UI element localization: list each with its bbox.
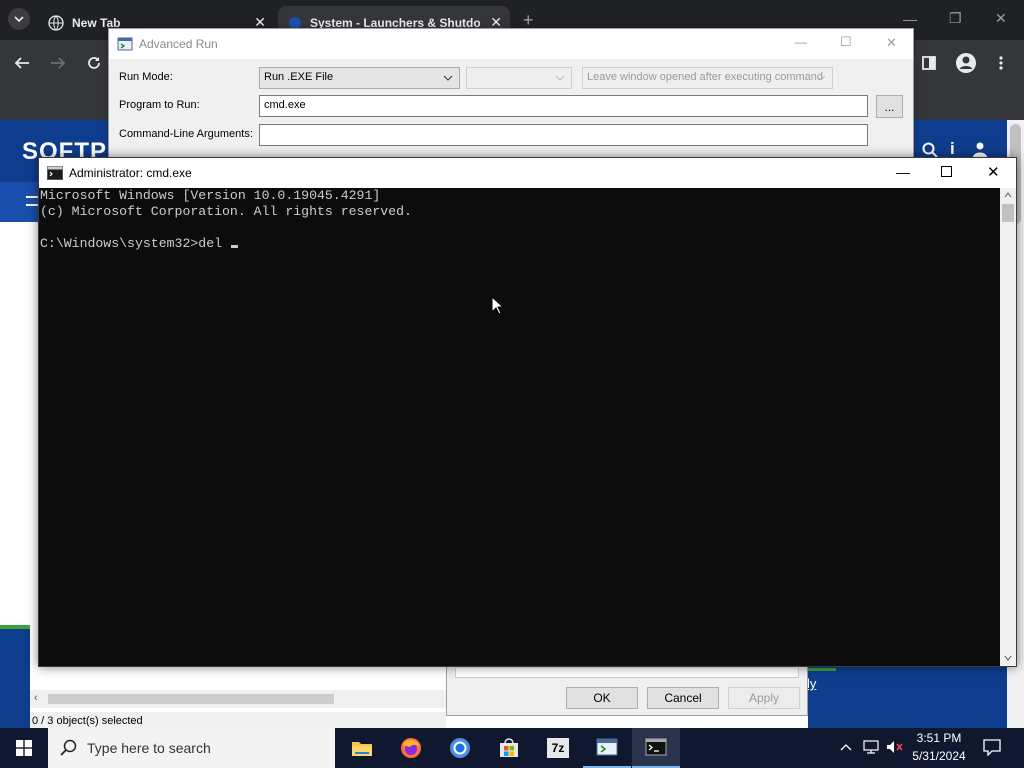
cmd-titlebar: Administrator: cmd.exe — ✕ bbox=[39, 158, 1016, 188]
maximize-icon[interactable] bbox=[941, 166, 952, 177]
hamburger-icon[interactable] bbox=[26, 196, 38, 206]
taskbar-chrome[interactable] bbox=[436, 728, 484, 768]
page-green-strip bbox=[806, 668, 836, 671]
store-icon bbox=[500, 738, 518, 757]
tab-search-button[interactable] bbox=[8, 8, 30, 30]
taskbar-file-explorer[interactable] bbox=[338, 728, 386, 768]
taskbar-store[interactable] bbox=[485, 728, 533, 768]
tab-close-icon[interactable]: ✕ bbox=[254, 15, 266, 29]
minimize-icon[interactable]: — bbox=[896, 164, 910, 180]
cmd-scrollbar[interactable] bbox=[1000, 188, 1016, 666]
side-panel-icon[interactable] bbox=[921, 55, 937, 71]
scroll-left-icon[interactable]: ‹ bbox=[34, 692, 38, 704]
command-line-arguments-input[interactable] bbox=[259, 124, 868, 146]
7zip-icon: 7z bbox=[547, 738, 569, 758]
advanced-run-titlebar: Advanced Run — ☐ ✕ bbox=[109, 29, 913, 59]
scroll-down-icon[interactable] bbox=[1004, 655, 1012, 661]
status-bar: 0 / 3 object(s) selected bbox=[30, 712, 446, 728]
console-prompt-line: C:\Windows\system32>del bbox=[40, 236, 230, 251]
search-placeholder: Type here to search bbox=[87, 740, 211, 756]
advanced-run-app-icon bbox=[117, 37, 133, 51]
page-link[interactable]: ly bbox=[807, 676, 816, 691]
back-icon[interactable] bbox=[14, 55, 30, 71]
chevron-down-icon bbox=[555, 75, 565, 81]
search-icon[interactable] bbox=[922, 142, 938, 158]
taskbar-7zip[interactable]: 7z bbox=[534, 728, 582, 768]
tray-chevron-up-icon[interactable] bbox=[840, 743, 852, 751]
globe-icon bbox=[48, 15, 64, 31]
page-left-strip bbox=[0, 222, 28, 628]
search-icon bbox=[60, 739, 77, 756]
taskbar-firefox[interactable] bbox=[387, 728, 435, 768]
cancel-button[interactable]: Cancel bbox=[647, 687, 719, 709]
leave-window-value: Leave window opened after executing comm… bbox=[587, 71, 824, 83]
cmd-window: Administrator: cmd.exe — ✕ Microsoft Win… bbox=[38, 157, 1017, 667]
text-cursor bbox=[230, 245, 238, 248]
run-mode-value: Run .EXE File bbox=[264, 71, 334, 83]
command-line-arguments-label: Command-Line Arguments: bbox=[119, 128, 253, 140]
cmd-window-title: Administrator: cmd.exe bbox=[69, 166, 192, 180]
ok-button[interactable]: OK bbox=[566, 687, 638, 709]
console-line: Microsoft Windows [Version 10.0.19045.42… bbox=[40, 188, 381, 203]
program-to-run-label: Program to Run: bbox=[119, 99, 200, 111]
leave-window-select[interactable]: Leave window opened after executing comm… bbox=[582, 67, 833, 89]
scroll-thumb[interactable] bbox=[48, 694, 334, 704]
restore-icon[interactable]: ❐ bbox=[949, 10, 962, 27]
close-icon[interactable]: ✕ bbox=[987, 163, 1000, 181]
page-footer-strip bbox=[0, 629, 30, 728]
browser-menu-icon[interactable] bbox=[998, 55, 1004, 71]
close-icon[interactable]: ✕ bbox=[995, 10, 1007, 27]
console-line: (c) Microsoft Corporation. All rights re… bbox=[40, 204, 412, 219]
cmd-console[interactable]: Microsoft Windows [Version 10.0.19045.42… bbox=[39, 188, 1000, 666]
run-mode-label: Run Mode: bbox=[119, 71, 173, 83]
program-to-run-input[interactable]: cmd.exe bbox=[259, 95, 868, 117]
taskbar-advanced-run[interactable] bbox=[583, 728, 631, 768]
taskbar-search-box[interactable]: Type here to search bbox=[48, 728, 335, 768]
profile-icon[interactable] bbox=[955, 52, 977, 74]
tab-close-icon[interactable]: ✕ bbox=[490, 15, 502, 29]
minimize-icon[interactable]: — bbox=[903, 11, 917, 27]
scroll-thumb[interactable] bbox=[1002, 204, 1014, 222]
secondary-select[interactable] bbox=[466, 67, 572, 89]
maximize-icon[interactable]: ☐ bbox=[840, 34, 852, 50]
chevron-down-icon bbox=[14, 16, 24, 23]
clock-date[interactable]: 5/31/2024 bbox=[910, 749, 968, 763]
apply-button[interactable]: Apply bbox=[728, 687, 800, 709]
advancedrun-icon bbox=[596, 738, 618, 756]
run-mode-select[interactable]: Run .EXE File bbox=[259, 67, 460, 89]
window-title: Advanced Run bbox=[139, 37, 218, 51]
chrome-icon bbox=[450, 738, 470, 758]
advanced-run-window: Advanced Run — ☐ ✕ Run Mode: Run .EXE Fi… bbox=[108, 28, 914, 178]
cmd-icon bbox=[645, 738, 667, 756]
info-icon[interactable]: i bbox=[950, 139, 955, 159]
file-explorer-icon bbox=[352, 742, 372, 756]
notification-icon[interactable] bbox=[983, 739, 1001, 756]
chevron-down-icon bbox=[816, 75, 826, 81]
chevron-down-icon bbox=[443, 75, 453, 81]
forward-icon[interactable] bbox=[50, 55, 66, 71]
mouse-pointer-icon bbox=[491, 296, 503, 315]
user-icon[interactable] bbox=[972, 141, 988, 157]
windows-start-icon[interactable] bbox=[16, 740, 32, 756]
taskbar-cmd[interactable] bbox=[632, 728, 680, 768]
network-icon[interactable] bbox=[863, 740, 879, 754]
clock-time[interactable]: 3:51 PM bbox=[912, 731, 966, 745]
scroll-up-icon[interactable] bbox=[1004, 192, 1012, 198]
firefox-icon bbox=[401, 738, 421, 758]
close-icon[interactable]: ✕ bbox=[886, 35, 897, 51]
reload-icon[interactable] bbox=[86, 55, 102, 71]
dialog-panel-edge bbox=[455, 668, 799, 678]
minimize-icon[interactable]: — bbox=[795, 35, 807, 49]
volume-muted-icon[interactable] bbox=[886, 740, 904, 754]
console-line: ​ bbox=[40, 220, 1000, 236]
browse-button[interactable]: ... bbox=[876, 95, 903, 118]
cmd-app-icon bbox=[47, 166, 63, 180]
